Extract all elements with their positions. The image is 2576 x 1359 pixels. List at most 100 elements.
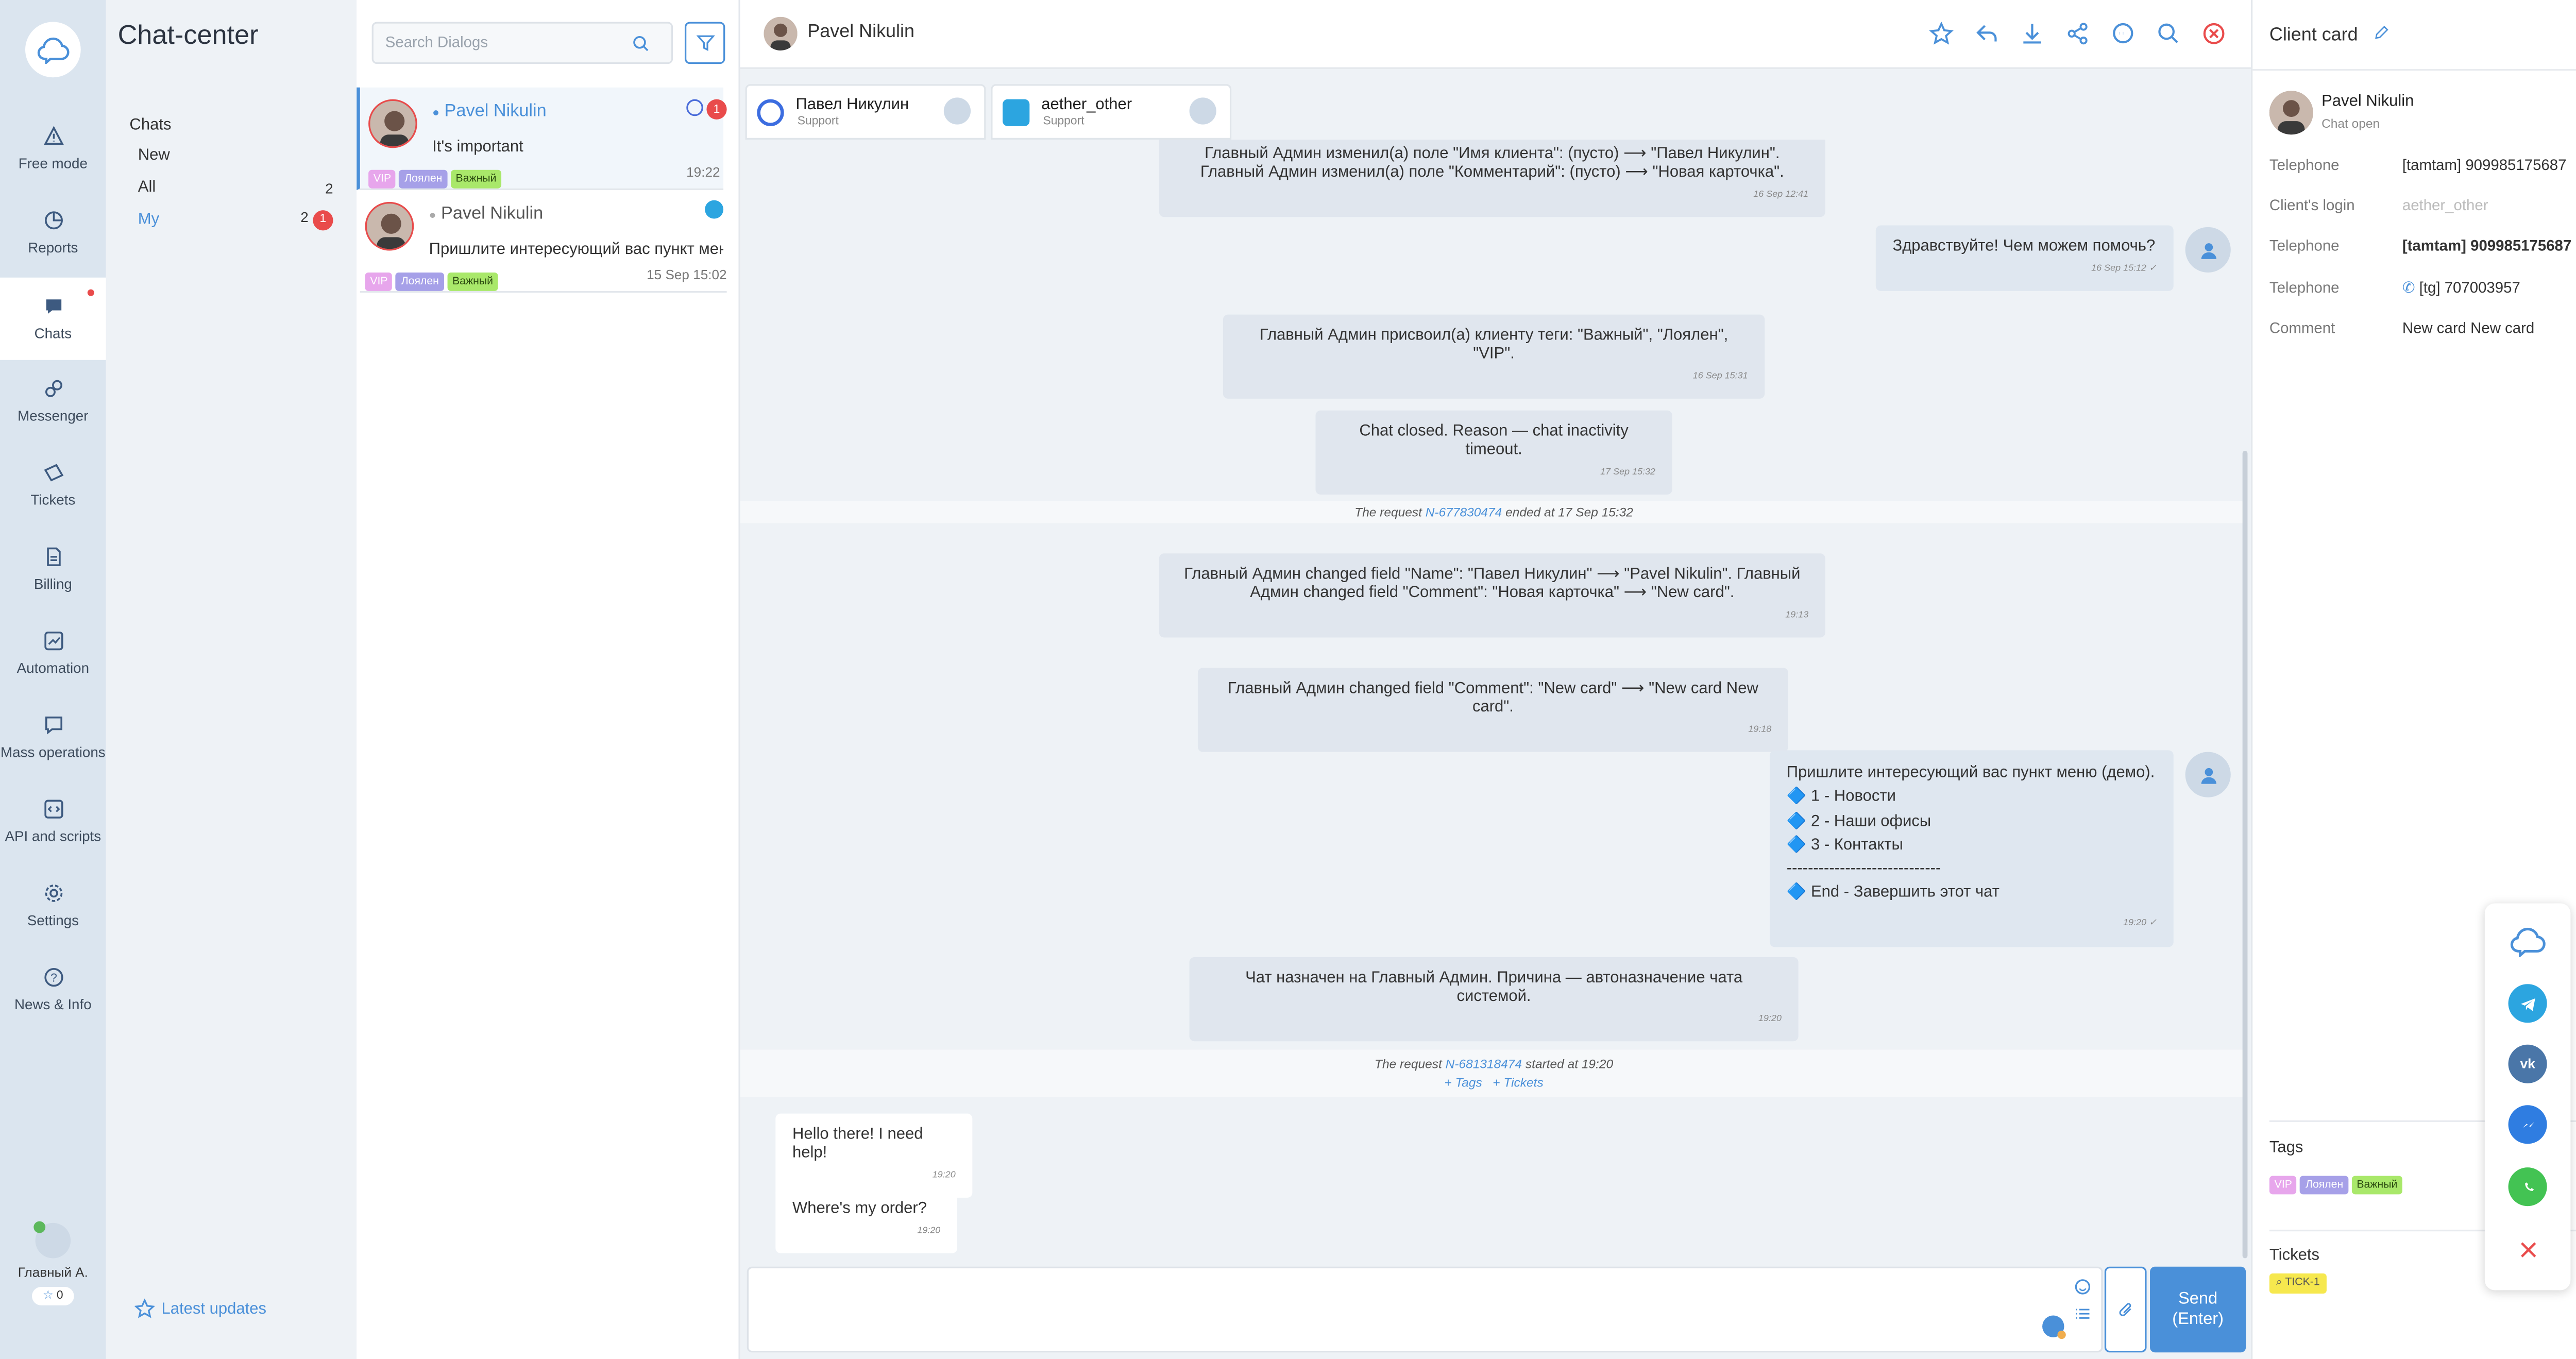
nav-item-new[interactable]: New (138, 146, 333, 165)
telegram-icon[interactable] (2508, 984, 2547, 1023)
channel-tab-telegram[interactable]: aether_other Support (991, 84, 1232, 140)
user-icon (1189, 97, 1216, 125)
rail-item-tickets[interactable]: Tickets (0, 459, 106, 540)
rail-item-messenger[interactable]: Messenger (0, 375, 106, 456)
add-tickets-link[interactable]: + Tickets (1493, 1075, 1543, 1090)
tag: Лоялен (396, 272, 444, 291)
rail-item-reports[interactable]: Reports (0, 207, 106, 288)
system-message: Чат назначен на Главный Админ. Причина —… (1189, 957, 1799, 1042)
app-logo-icon[interactable] (25, 22, 81, 78)
image-chart-icon (43, 631, 62, 651)
message-input[interactable] (747, 1266, 2103, 1353)
request-link[interactable]: N-681318474 (1446, 1057, 1522, 1072)
request-link[interactable]: N-677830474 (1426, 505, 1502, 520)
rail-item-news[interactable]: ? News & Info (0, 964, 106, 1045)
channel-tab-tamtam[interactable]: Павел Никулин Support (745, 84, 986, 140)
field-label: Telephone (2269, 237, 2340, 254)
ticket-icon (43, 464, 63, 482)
share-icon[interactable] (2064, 22, 2091, 45)
rail-item-settings[interactable]: Settings (0, 880, 106, 961)
tag: Лоялен (2300, 1176, 2349, 1195)
message-time: 19:18 (1748, 725, 1772, 735)
messenger-icon[interactable] (2508, 1105, 2547, 1144)
rail-item-automation[interactable]: Automation (0, 627, 106, 708)
operator-avatar (2185, 227, 2231, 273)
request-status: The request N-681318474 started at 19:20… (740, 1049, 2248, 1097)
user-avatar[interactable] (33, 1221, 71, 1259)
dialog-list-panel: Search Dialogs ● Pavel Nikulin 1 It's im… (357, 0, 740, 1359)
rail-label: Messenger (18, 407, 89, 424)
request-status: The request N-677830474 ended at 17 Sep … (740, 501, 2248, 523)
phone-icon: ✆ (2402, 279, 2415, 296)
client-name: Pavel Nikulin (2321, 92, 2414, 111)
rail-label: Chats (34, 325, 72, 342)
chat-panel: Pavel Nikulin Павел Никулин Support aeth… (740, 0, 2251, 1359)
code-icon (43, 800, 62, 819)
dialog-time: 19:22 (686, 164, 720, 180)
signature-toggle-icon[interactable] (2042, 1315, 2066, 1339)
attach-button[interactable] (2104, 1266, 2147, 1353)
add-tags-link[interactable]: + Tags (1444, 1075, 1482, 1090)
latest-updates-link[interactable]: Latest updates (134, 1298, 266, 1319)
user-icon (943, 97, 971, 125)
tag: Важный (450, 169, 502, 189)
rail-item-chats[interactable]: Chats (0, 277, 106, 360)
paperclip-icon (2118, 1302, 2130, 1316)
dialog-item[interactable]: ● Pavel Nikulin Пришлите интересующий ва… (360, 190, 727, 293)
client-card-title: Client card (2269, 25, 2388, 45)
rail-item-free-mode[interactable]: Free mode (0, 123, 106, 203)
tags-title: Tags (2269, 1139, 2303, 1158)
list-icon[interactable] (2074, 1305, 2091, 1322)
close-widget-icon[interactable] (2509, 1230, 2547, 1268)
message-time: 19:13 (1785, 610, 1809, 621)
user-rating[interactable]: ☆ 0 (32, 1286, 74, 1305)
rail-item-api-scripts[interactable]: API and scripts (0, 795, 106, 876)
channel-tabs: Павел Никулин Support aether_other Suppo… (745, 84, 1232, 140)
broadcast-icon (44, 716, 62, 735)
tickets-title: Tickets (2269, 1246, 2319, 1265)
whatsapp-icon[interactable] (2508, 1167, 2547, 1207)
download-icon[interactable] (2019, 22, 2045, 45)
chat-title: Pavel Nikulin (807, 22, 914, 42)
scrollbar[interactable] (2242, 451, 2248, 1259)
rail-item-mass-operations[interactable]: Mass operations (0, 711, 106, 792)
search-input[interactable]: Search Dialogs (371, 22, 673, 64)
emoji-icon[interactable] (2074, 1279, 2091, 1296)
search-icon[interactable] (2155, 22, 2182, 45)
nav-item-label: All (138, 178, 156, 197)
send-button[interactable]: Send (Enter) (2150, 1266, 2246, 1353)
tag: VIP (2269, 1176, 2297, 1195)
phone-field-value[interactable]: ✆ [tg] 707003957 (2402, 279, 2520, 298)
rail-label: Reports (28, 239, 78, 256)
field-value: aether_other (2402, 197, 2488, 214)
rail-label: API and scripts (5, 827, 101, 845)
vk-icon[interactable]: vk (2508, 1044, 2547, 1083)
nav-item-all[interactable]: All 2 (138, 178, 333, 197)
chat-status: Chat open (2321, 116, 2380, 131)
rail-item-billing[interactable]: Billing (0, 543, 106, 624)
dialog-tags: VIP Лоялен Важный (365, 262, 502, 293)
chat-toolbar (1928, 22, 2227, 45)
field-label: Telephone (2269, 279, 2340, 296)
svg-text:?: ? (49, 971, 56, 984)
filter-button[interactable] (684, 22, 725, 64)
tamtam-icon (757, 99, 784, 126)
nav-item-count: 2 (325, 179, 333, 196)
comment-icon[interactable] (2110, 22, 2137, 45)
star-icon[interactable] (1928, 22, 1955, 45)
message-time: 19:20 (932, 1170, 956, 1181)
close-chat-icon[interactable] (2200, 22, 2227, 45)
system-message: Главный Админ changed field "Comment": "… (1197, 668, 1789, 752)
dialog-name: ● Pavel Nikulin (429, 203, 544, 224)
ticket-badge[interactable]: ⌕ TICK-1 (2269, 1273, 2327, 1294)
cloud-logo-icon[interactable] (2509, 922, 2547, 960)
notification-dot (87, 289, 94, 296)
search-placeholder: Search Dialogs (385, 33, 488, 50)
nav-item-my[interactable]: My 2 1 (138, 209, 333, 230)
edit-icon[interactable] (2373, 25, 2388, 40)
reply-icon[interactable] (1973, 22, 2000, 45)
channel-role: Support (1043, 116, 1084, 128)
send-hint: (Enter) (2172, 1310, 2224, 1329)
nav-item-label: New (138, 146, 170, 165)
dialog-item[interactable]: ● Pavel Nikulin 1 It's important VIP Лоял… (357, 87, 727, 190)
